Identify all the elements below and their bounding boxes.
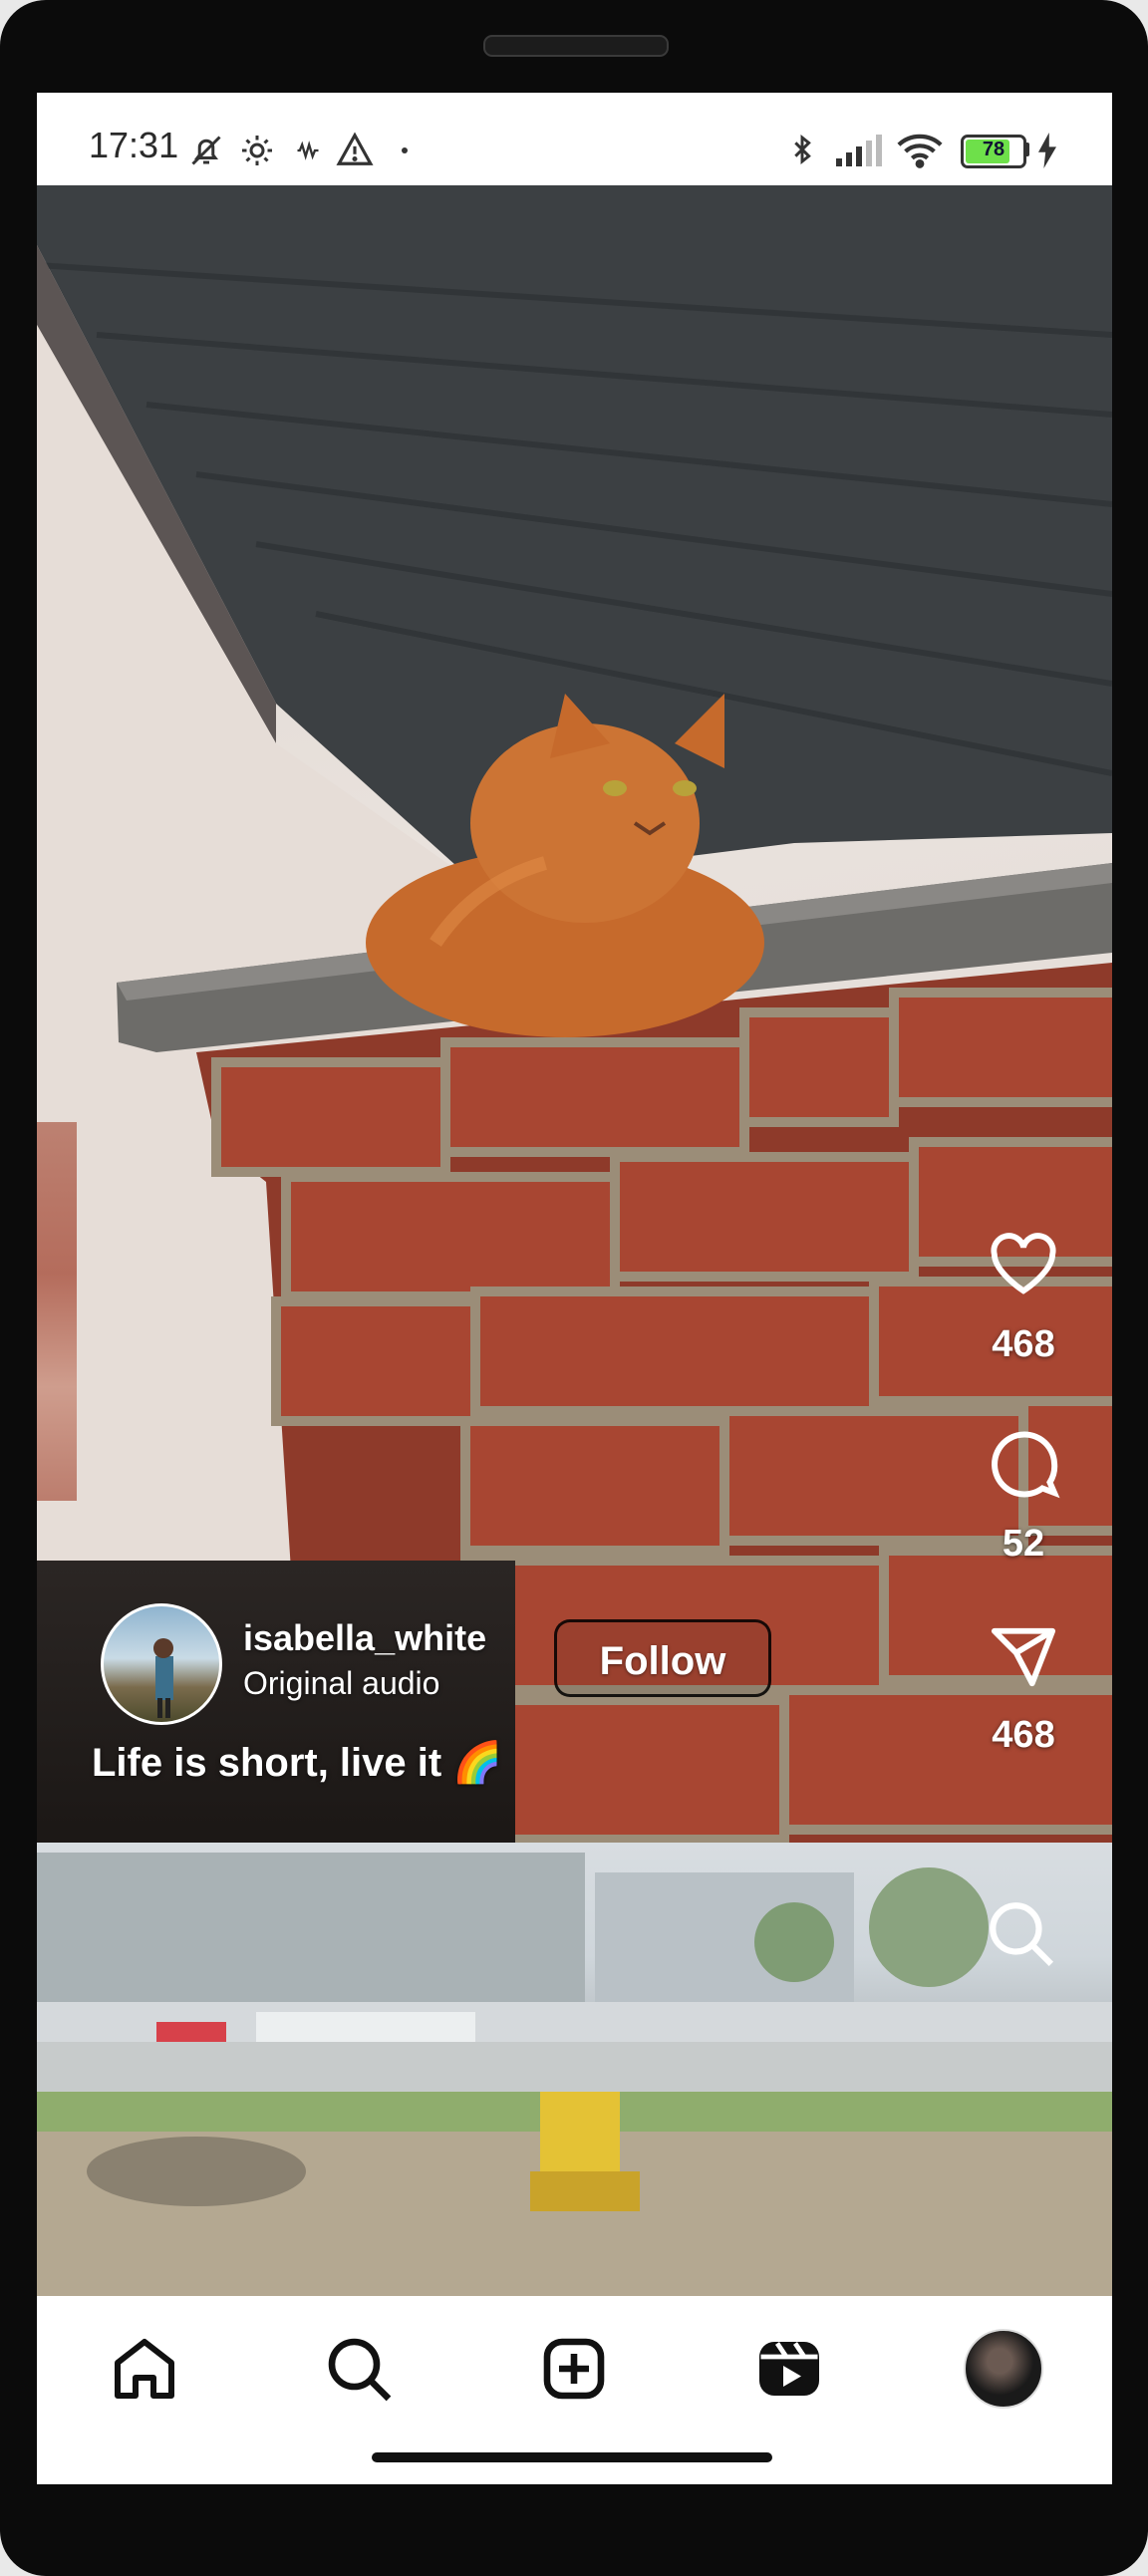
like-heart-icon[interactable]	[989, 1232, 1058, 1297]
earpiece-speaker	[483, 35, 669, 57]
battery-icon: 78	[961, 135, 1026, 168]
nav-reels[interactable]	[749, 2329, 829, 2409]
share-send-icon[interactable]	[989, 1622, 1058, 1692]
nav-home[interactable]	[105, 2329, 184, 2409]
status-time: 17:31	[89, 125, 179, 165]
reel-caption: Life is short, live it 🌈	[92, 1741, 503, 1785]
reel-video[interactable]: 468 52 468	[37, 185, 1112, 1843]
creator-avatar-image	[153, 1638, 173, 1718]
signal-icon	[836, 135, 882, 166]
wifi-icon	[897, 134, 943, 168]
next-reel-scene	[37, 1853, 1112, 2296]
share-count: 468	[992, 1714, 1055, 1756]
next-reel-preview[interactable]	[37, 1843, 1112, 2296]
vibrate-icon	[297, 141, 319, 160]
search-icon	[328, 2338, 392, 2402]
home-indicator[interactable]	[372, 2452, 772, 2462]
creator-avatar[interactable]	[101, 1603, 222, 1725]
comment-count: 52	[1002, 1523, 1045, 1565]
screen: 17:31 78 468 52 468 isabella_white Origi…	[37, 93, 1112, 2484]
create-post-icon	[543, 2338, 605, 2400]
phone-frame: 17:31 78 468 52 468 isabella_white Origi…	[0, 0, 1148, 2576]
dot-icon	[402, 147, 408, 153]
profile-avatar	[964, 2329, 1043, 2409]
battery-nub	[1024, 143, 1029, 156]
status-bar: 17:31 78	[37, 93, 1112, 185]
audio-label[interactable]: Original audio	[243, 1665, 439, 1702]
charging-bolt-icon	[1038, 133, 1056, 168]
like-count: 468	[992, 1323, 1055, 1365]
background-brick	[37, 1122, 77, 1501]
settings-gear-icon	[242, 136, 272, 165]
bluetooth-icon	[794, 134, 811, 165]
bottom-navigation	[37, 2296, 1112, 2484]
search-icon[interactable]	[984, 1896, 1057, 1970]
creator-username[interactable]: isabella_white	[243, 1617, 486, 1659]
nav-search[interactable]	[319, 2329, 399, 2409]
reels-icon	[759, 2342, 819, 2396]
bell-off-icon	[191, 136, 221, 165]
comment-bubble-icon[interactable]	[989, 1427, 1060, 1499]
follow-button[interactable]: Follow	[554, 1619, 771, 1697]
warning-icon	[336, 132, 374, 165]
battery-level: 78	[982, 139, 1005, 160]
home-icon	[115, 2339, 174, 2399]
nav-create[interactable]	[534, 2329, 614, 2409]
nav-profile[interactable]	[964, 2329, 1043, 2409]
